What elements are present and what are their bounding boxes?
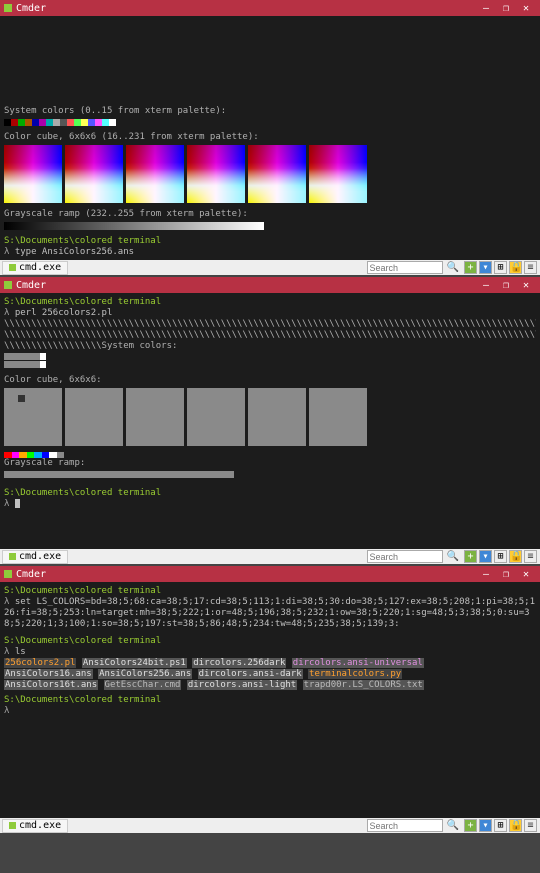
terminal-output: System colors (0..15 from xterm palette)… xyxy=(0,16,540,260)
label-grayscale: Grayscale ramp: xyxy=(4,458,536,469)
color-cube-row xyxy=(4,388,536,446)
maximize-button[interactable]: ❐ xyxy=(496,280,516,291)
close-button[interactable]: ✕ xyxy=(516,280,536,291)
command-line[interactable]: λ xyxy=(4,706,536,717)
tab-icon xyxy=(9,264,16,271)
grayscale-ramp xyxy=(4,222,264,230)
lock-button[interactable]: 🔒 xyxy=(509,261,522,274)
minimize-button[interactable]: — xyxy=(476,3,496,14)
tab-cmd[interactable]: cmd.exe xyxy=(2,261,68,275)
titlebar: Cmder — ❐ ✕ xyxy=(0,0,540,16)
color-cube-row xyxy=(4,145,536,203)
add-tab-button[interactable]: + xyxy=(464,550,477,563)
slash-output: \\\\\\\\\\\\\\\\\\\\\\\\\\\\\\\\\\\\\\\\… xyxy=(4,330,536,341)
label-color-cube: Color cube, 6x6x6: xyxy=(4,375,536,386)
add-tab-button[interactable]: + xyxy=(464,819,477,832)
command-line: λ set LS_COLORS=bd=38;5;68:ca=38;5;17:cd… xyxy=(4,597,536,630)
bottom-toolbar: cmd.exe 🔍 + ▾ ⊞ 🔒 ≡ xyxy=(0,260,540,275)
maximize-button[interactable]: ❐ xyxy=(496,3,516,14)
command-line[interactable]: λ xyxy=(4,499,536,510)
minimize-button[interactable]: — xyxy=(476,280,496,291)
titlebar: Cmder — ❐ ✕ xyxy=(0,277,540,293)
bottom-toolbar: cmd.exe 🔍 + ▾ ⊞ 🔒 ≡ xyxy=(0,549,540,564)
bottom-toolbar: cmd.exe 🔍 + ▾ ⊞ 🔒 ≡ xyxy=(0,818,540,833)
prompt-path: S:\Documents\colored terminal xyxy=(4,586,536,597)
tab-icon xyxy=(9,822,16,829)
cmder-window-3: Cmder — ❐ ✕ S:\Documents\colored termina… xyxy=(0,566,540,833)
search-icon[interactable]: 🔍 xyxy=(447,551,459,562)
search-icon[interactable]: 🔍 xyxy=(447,820,459,831)
command-line: λ perl 256colors2.pl xyxy=(4,308,536,319)
system-colors-swatch xyxy=(4,353,536,360)
command-line: λ ls xyxy=(4,647,536,658)
ls-output: 256colors2.pl AnsiColors24bit.ps1 dircol… xyxy=(4,658,536,691)
window-title: Cmder xyxy=(16,3,476,14)
system-colors-swatch xyxy=(4,361,536,368)
color-cube xyxy=(309,145,367,203)
search-input[interactable] xyxy=(367,819,443,832)
search-input[interactable] xyxy=(367,261,443,274)
color-cube xyxy=(126,145,184,203)
layout-button[interactable]: ⊞ xyxy=(494,550,507,563)
color-cube xyxy=(187,388,245,446)
color-cube xyxy=(4,145,62,203)
cmder-icon xyxy=(4,570,12,578)
color-cube xyxy=(187,145,245,203)
tab-icon xyxy=(9,553,16,560)
window-title: Cmder xyxy=(16,280,476,291)
close-button[interactable]: ✕ xyxy=(516,569,536,580)
dropdown-button[interactable]: ▾ xyxy=(479,261,492,274)
menu-button[interactable]: ≡ xyxy=(524,550,537,563)
cmder-icon xyxy=(4,4,12,12)
menu-button[interactable]: ≡ xyxy=(524,261,537,274)
prompt-path: S:\Documents\colored terminal xyxy=(4,236,536,247)
cmder-icon xyxy=(4,281,12,289)
add-tab-button[interactable]: + xyxy=(464,261,477,274)
lock-button[interactable]: 🔒 xyxy=(509,819,522,832)
terminal-output: S:\Documents\colored terminal λ perl 256… xyxy=(0,293,540,549)
search-icon[interactable]: 🔍 xyxy=(447,262,459,273)
dropdown-button[interactable]: ▾ xyxy=(479,550,492,563)
label-system-colors: \\\\\\\\\\\\\\\\\\System colors: xyxy=(4,341,536,352)
color-cube xyxy=(248,388,306,446)
titlebar: Cmder — ❐ ✕ xyxy=(0,566,540,582)
color-cube xyxy=(65,145,123,203)
slash-output: \\\\\\\\\\\\\\\\\\\\\\\\\\\\\\\\\\\\\\\\… xyxy=(4,319,536,330)
system-colors-swatch xyxy=(4,119,536,126)
prompt-path: S:\Documents\colored terminal xyxy=(4,695,536,706)
label-grayscale: Grayscale ramp (232..255 from xterm pale… xyxy=(4,209,536,220)
cursor xyxy=(15,499,20,508)
maximize-button[interactable]: ❐ xyxy=(496,569,516,580)
lock-button[interactable]: 🔒 xyxy=(509,550,522,563)
command-line: λ type AnsiColors256.ans xyxy=(4,247,536,258)
layout-button[interactable]: ⊞ xyxy=(494,819,507,832)
layout-button[interactable]: ⊞ xyxy=(494,261,507,274)
grayscale-ramp xyxy=(4,471,234,478)
color-cube xyxy=(65,388,123,446)
label-system-colors: System colors (0..15 from xterm palette)… xyxy=(4,106,536,117)
search-input[interactable] xyxy=(367,550,443,563)
color-cube xyxy=(126,388,184,446)
dropdown-button[interactable]: ▾ xyxy=(479,819,492,832)
window-title: Cmder xyxy=(16,569,476,580)
prompt-path: S:\Documents\colored terminal xyxy=(4,297,536,308)
prompt-path: S:\Documents\colored terminal xyxy=(4,636,536,647)
cmder-window-2: Cmder — ❐ ✕ S:\Documents\colored termina… xyxy=(0,277,540,564)
tab-cmd[interactable]: cmd.exe xyxy=(2,550,68,564)
close-button[interactable]: ✕ xyxy=(516,3,536,14)
terminal-output: S:\Documents\colored terminal λ set LS_C… xyxy=(0,582,540,818)
menu-button[interactable]: ≡ xyxy=(524,819,537,832)
color-cube xyxy=(248,145,306,203)
color-cube xyxy=(4,388,62,446)
tab-cmd[interactable]: cmd.exe xyxy=(2,819,68,833)
prompt-path: S:\Documents\colored terminal xyxy=(4,488,536,499)
minimize-button[interactable]: — xyxy=(476,569,496,580)
label-color-cube: Color cube, 6x6x6 (16..231 from xterm pa… xyxy=(4,132,536,143)
color-cube xyxy=(309,388,367,446)
cmder-window-1: Cmder — ❐ ✕ System colors (0..15 from xt… xyxy=(0,0,540,275)
